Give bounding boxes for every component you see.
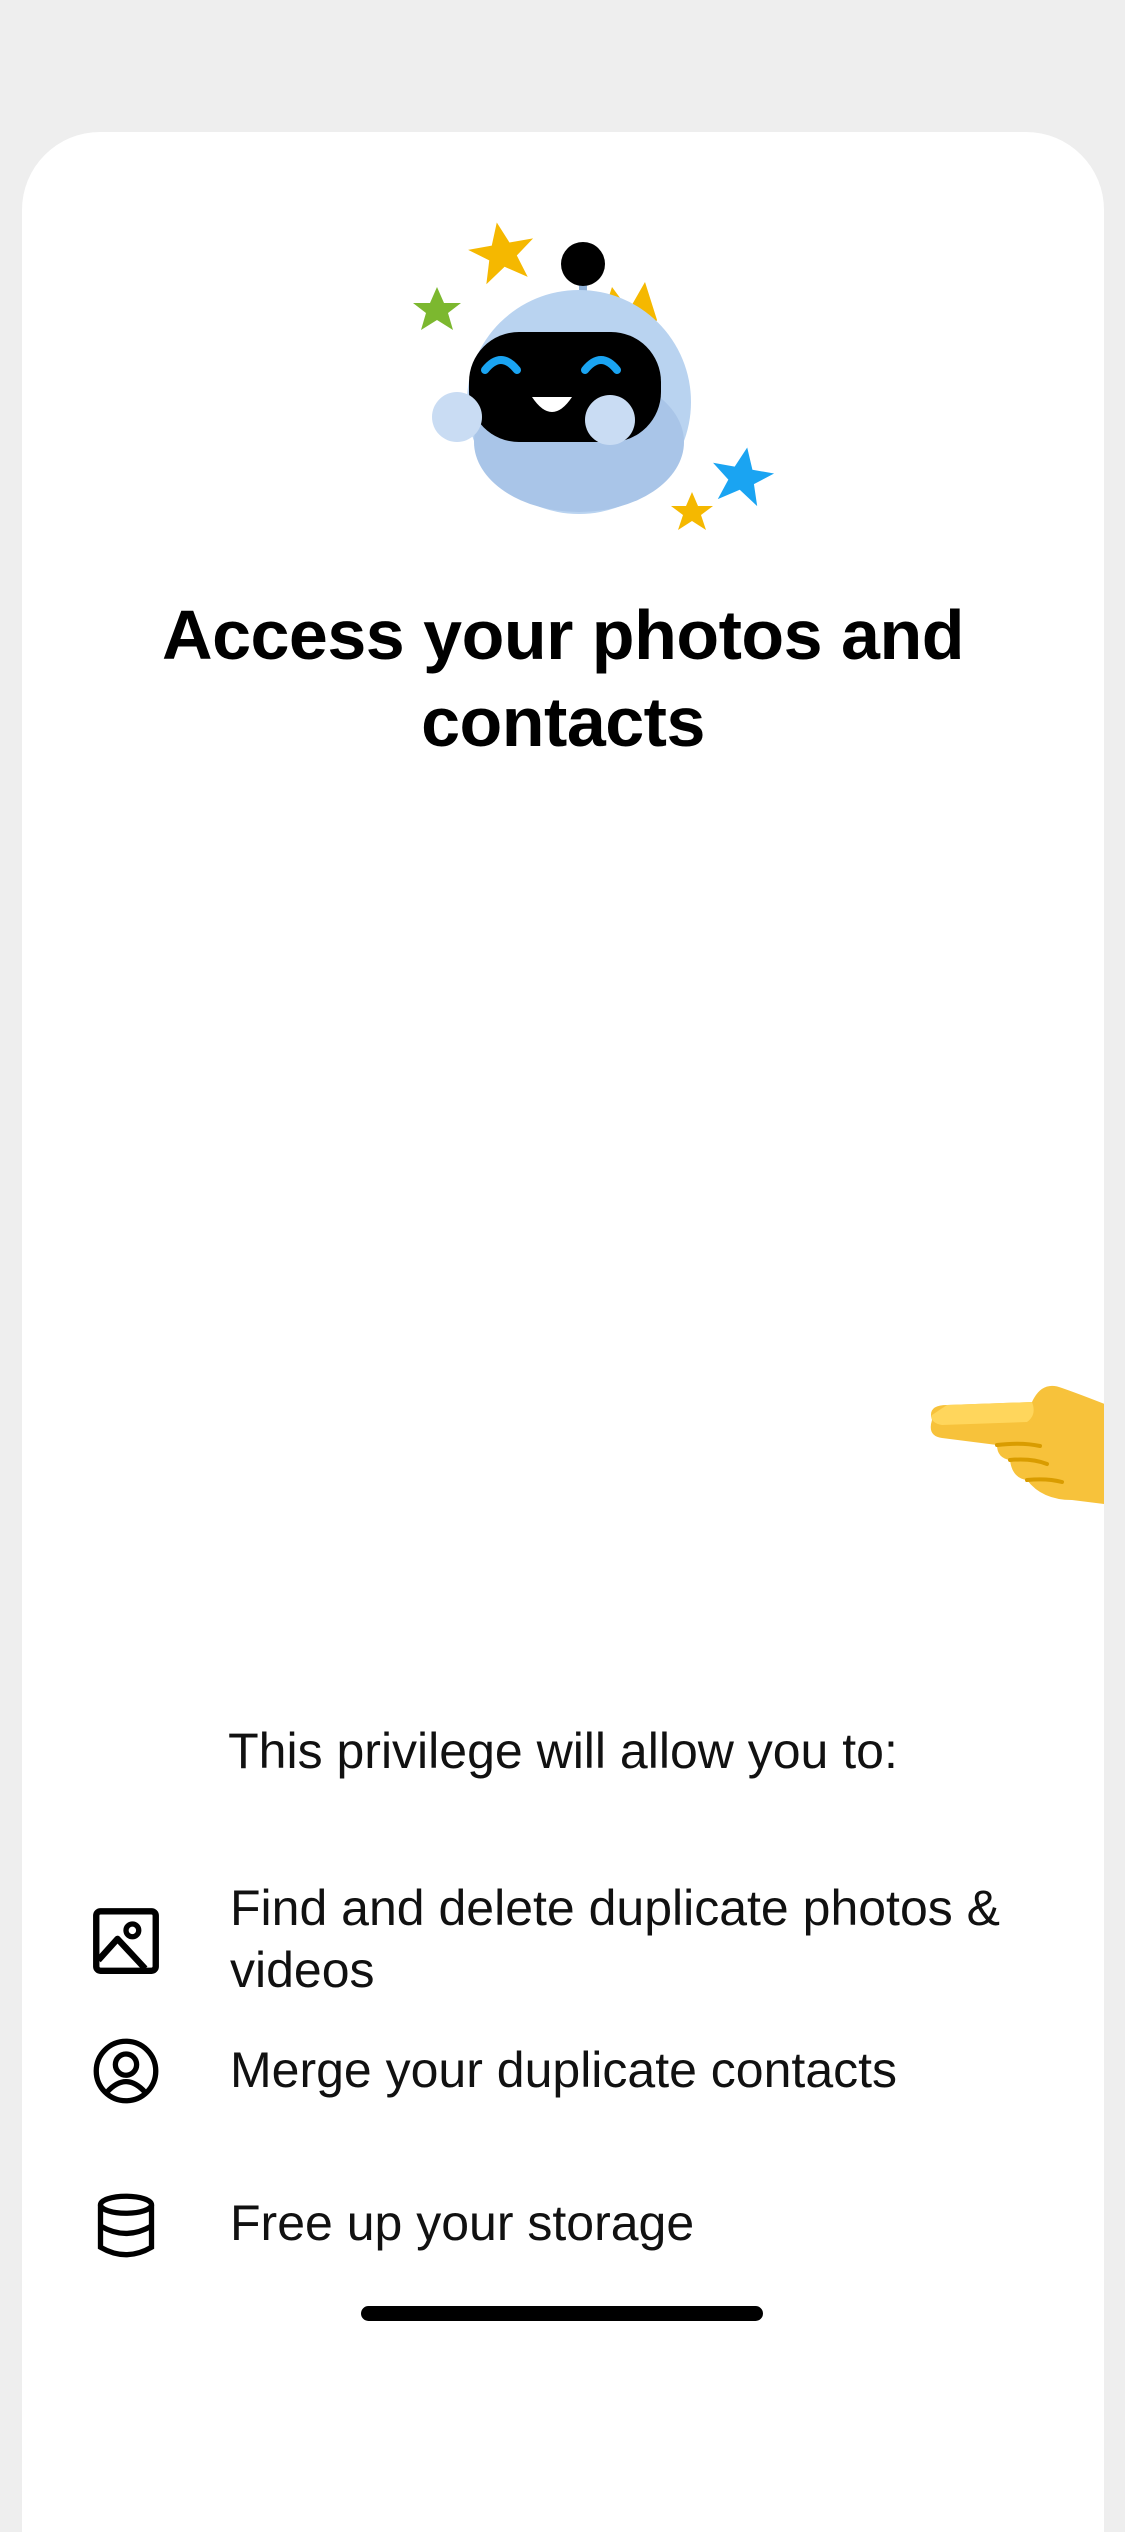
page-title: Access your photos and contacts: [162, 596, 964, 761]
feature-text: Free up your storage: [230, 2195, 695, 2251]
feature-text: Merge your duplicate contacts: [230, 2042, 898, 2098]
robot-mascot-icon: [407, 192, 782, 562]
permission-sheet: Access your photos and contacts This pri…: [22, 132, 1104, 2532]
user-circle-icon: [92, 2037, 160, 2105]
photo-icon: [92, 1907, 160, 1975]
pointing-hand-icon: [922, 1360, 1104, 1505]
feature-text: Find and delete duplicate photos & video…: [230, 1880, 1000, 1998]
database-icon: [92, 2192, 160, 2260]
privilege-subtitle: This privilege will allow you to:: [228, 1723, 898, 1779]
home-indicator[interactable]: [361, 2306, 763, 2321]
